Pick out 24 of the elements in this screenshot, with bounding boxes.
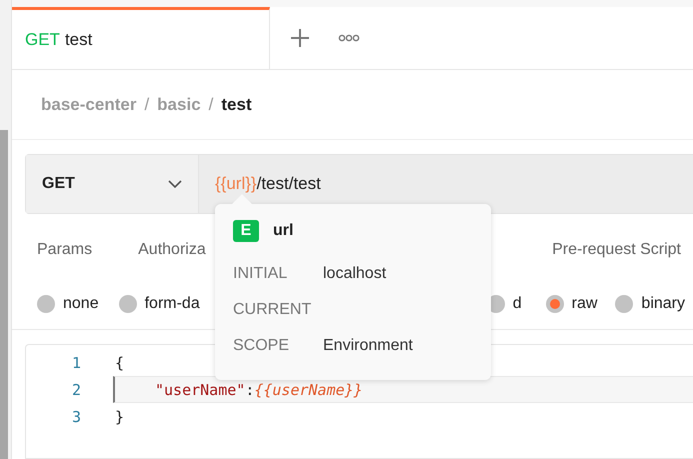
code-line: } <box>114 406 126 428</box>
scrollbar[interactable] <box>0 130 8 459</box>
variable-label: INITIAL <box>233 265 288 283</box>
section-tab[interactable]: Params <box>37 241 92 259</box>
environment-badge: E <box>233 220 259 242</box>
more-icon[interactable] <box>338 34 360 42</box>
line-number: 2 <box>70 380 82 398</box>
line-number: 3 <box>70 408 82 426</box>
body-type-option[interactable]: raw <box>546 294 598 312</box>
variable-label: CURRENT <box>233 301 312 319</box>
variable-value: localhost <box>323 265 388 283</box>
body-type-option[interactable]: none <box>37 294 99 312</box>
add-icon[interactable] <box>290 28 310 48</box>
code-line: { <box>114 352 126 374</box>
section-tab[interactable]: Authoriza <box>138 241 206 259</box>
section-tab[interactable]: Pre-request Script <box>552 241 681 259</box>
breadcrumb-separator: / <box>208 94 214 114</box>
breadcrumb-separator: / <box>144 94 150 114</box>
request-tab[interactable]: GET test <box>12 7 270 69</box>
variable-name: url <box>273 222 294 240</box>
body-type-option[interactable]: binary <box>615 294 685 312</box>
breadcrumb-item: test <box>221 94 252 114</box>
body-type-option[interactable]: form-da <box>118 294 200 312</box>
line-number: 1 <box>70 354 82 372</box>
